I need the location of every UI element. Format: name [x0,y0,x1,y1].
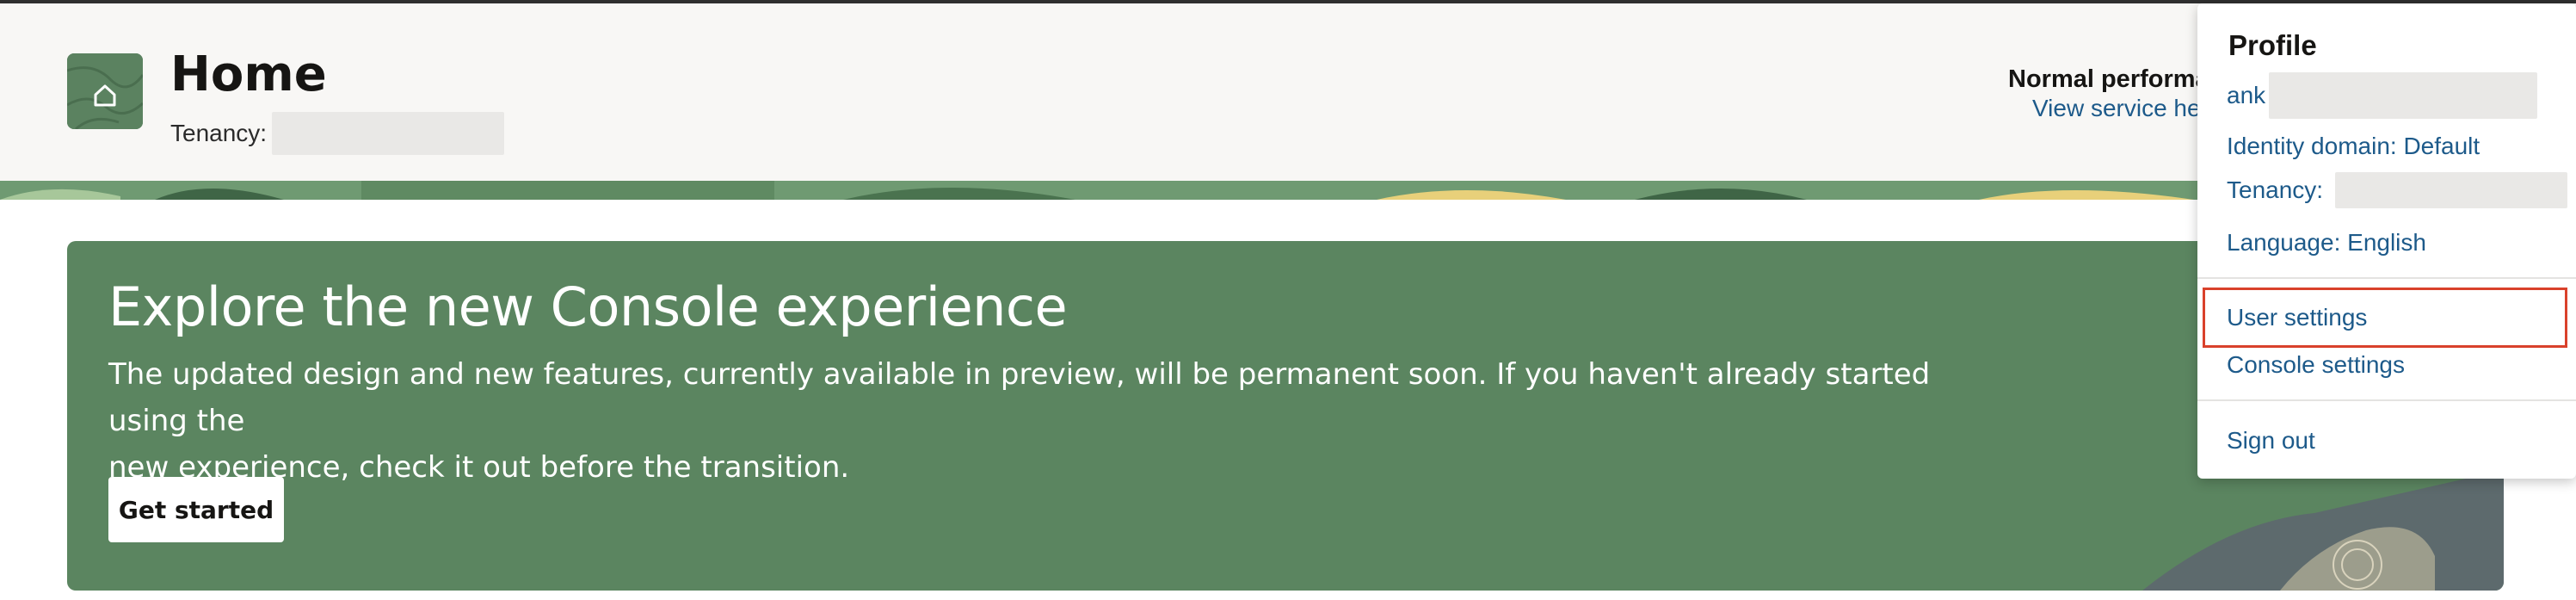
tenancy-info: Tenancy: [170,112,505,155]
redacted-tenancy [272,112,505,155]
redacted-username [2269,72,2538,119]
language-link[interactable]: Language: English [2227,229,2426,257]
menu-divider [2197,399,2576,401]
menu-divider [2197,277,2576,279]
sign-out-item[interactable]: Sign out [2227,427,2315,455]
decorative-band [0,181,2576,200]
user-settings-item[interactable]: User settings [2203,288,2567,348]
profile-dropdown: Profile ank Identity domain: Default Ten… [2197,3,2576,479]
redacted-profile-tenancy [2335,172,2568,208]
username-prefix: ank [2227,82,2266,108]
console-settings-item[interactable]: Console settings [2227,351,2405,379]
banner-text-line-1: The updated design and new features, cur… [108,357,1931,438]
page-title: Home [170,46,327,102]
profile-title: Profile [2228,29,2317,61]
profile-tenancy-link[interactable]: Tenancy: [2227,172,2568,208]
home-icon [67,53,143,129]
banner-title: Explore the new Console experience [108,275,1068,338]
get-started-button[interactable]: Get started [108,477,284,542]
service-status-title: Normal performa [2008,65,2209,93]
banner-text-line-2: new experience, check it out before the … [108,450,850,485]
console-experience-banner: Explore the new Console experience The u… [67,241,2504,591]
page-header: Home Tenancy: Normal performa View servi… [0,3,2576,181]
service-health-link[interactable]: View service he [2032,95,2201,122]
identity-domain-link[interactable]: Identity domain: Default [2227,133,2480,160]
home-tile [67,53,143,129]
banner-description: The updated design and new features, cur… [108,351,2001,491]
tenancy-label: Tenancy: [170,120,268,146]
profile-username-link[interactable]: ank [2227,72,2538,119]
profile-tenancy-label: Tenancy: [2227,176,2324,203]
